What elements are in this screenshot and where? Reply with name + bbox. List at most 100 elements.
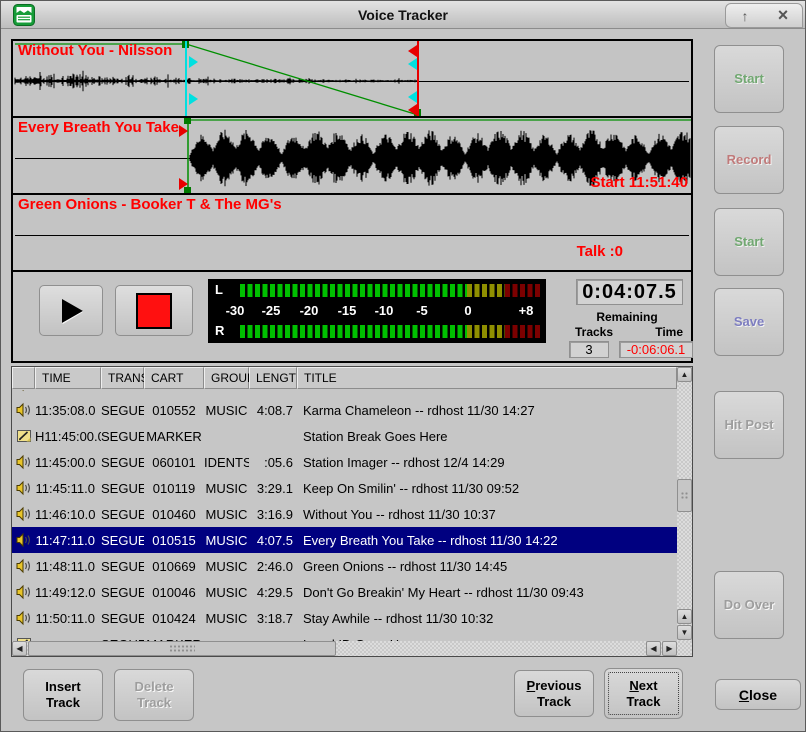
log-row[interactable]: 11:46:10.0SEGUE010460MUSIC3:16.9Without … <box>12 501 677 527</box>
log-row[interactable]: 11:45:11.0SEGUE010119MUSIC3:29.1Keep On … <box>12 475 677 501</box>
vertical-scrollbar[interactable]: ▲ ▲ ▼ <box>677 367 692 641</box>
scroll-up-icon[interactable]: ▲ <box>677 609 692 624</box>
stop-button[interactable] <box>115 285 193 336</box>
meter-left-label: L <box>215 282 223 297</box>
cue-arrow-icon[interactable] <box>189 93 198 105</box>
scroll-down-icon[interactable]: ▼ <box>677 625 692 640</box>
track-2-waveform[interactable]: Every Breath You Take Start 11:51:40 <box>13 118 691 195</box>
meter-scale-label: -20 <box>300 303 319 318</box>
cell-group: MUSIC <box>204 611 249 626</box>
hit-post-button[interactable]: Hit Post <box>714 391 784 459</box>
track-1-waveform[interactable]: Without You - Nilsson <box>13 41 691 118</box>
remaining-label: Remaining <box>561 310 693 324</box>
cell-time: 11:48:11.0 <box>35 559 101 574</box>
cell-title: Green Onions -- rdhost 11/30 14:45 <box>297 559 677 574</box>
start-arrow-icon[interactable] <box>179 125 188 137</box>
cell-title: Without You -- rdhost 11/30 10:37 <box>297 507 677 522</box>
horizontal-scrollbar[interactable]: ◀ ◀ ▶ <box>12 641 692 656</box>
cue-arrow-icon[interactable] <box>189 56 198 68</box>
track-1-label: Without You - Nilsson <box>18 42 172 59</box>
log-row[interactable] <box>12 390 677 397</box>
segue-arrow-icon[interactable] <box>408 45 417 57</box>
shade-up-icon[interactable]: ↑ <box>730 5 760 26</box>
speaker-icon <box>12 558 35 574</box>
close-icon[interactable]: × <box>768 5 798 26</box>
record-button[interactable]: Record <box>714 126 784 194</box>
log-row[interactable]: 11:35:08.0SEGUE010552MUSIC4:08.7Karma Ch… <box>12 397 677 423</box>
cell-time: 11:49:12.0 <box>35 585 101 600</box>
vertical-scrollbar-thumb[interactable] <box>677 479 692 512</box>
cell-time: 11:45:11.0 <box>35 481 101 496</box>
marker-icon <box>12 428 35 444</box>
titlebar: Voice Tracker ↑ × <box>1 1 805 29</box>
talk-time-label: Talk :0 <box>577 243 623 260</box>
voice-tracker-window: Voice Tracker ↑ × Withou <box>0 0 806 732</box>
next-track-button[interactable]: NextTrack <box>604 668 683 719</box>
window-title: Voice Tracker <box>1 7 805 23</box>
speaker-icon <box>12 480 35 496</box>
speaker-icon <box>12 402 35 418</box>
meter-scale-label: -25 <box>262 303 281 318</box>
play-button[interactable] <box>39 285 103 336</box>
cue-arrow-icon[interactable] <box>408 91 417 103</box>
start-2-button[interactable]: Start <box>714 208 784 276</box>
insert-track-button[interactable]: InsertTrack <box>23 669 103 721</box>
envelope-handle[interactable] <box>184 118 191 124</box>
cell-trans: SEGUE <box>101 533 144 548</box>
cell-title: Station Break Goes Here <box>297 429 677 444</box>
cell-time: 11:50:11.0 <box>35 611 101 626</box>
audio-level-meter: L -30-25-20-15-10-50+8 R <box>208 279 546 343</box>
horizontal-scrollbar-thumb[interactable] <box>28 641 336 656</box>
speaker-icon <box>12 610 35 626</box>
log-rows: 11:35:08.0SEGUE010552MUSIC4:08.7Karma Ch… <box>12 390 677 642</box>
log-row[interactable]: 11:49:12.0SEGUE010046MUSIC4:29.5Don't Go… <box>12 579 677 605</box>
do-over-button[interactable]: Do Over <box>714 571 784 639</box>
cell-trans: SEGUE <box>101 429 144 444</box>
cell-title: Karma Chameleon -- rdhost 11/30 14:27 <box>297 403 677 418</box>
log-table: TIME TRANS CART GROUP LENGTH TITLE 11:35… <box>11 366 693 657</box>
cell-cart: 010515 <box>144 533 204 548</box>
delete-track-button[interactable]: DeleteTrack <box>114 669 194 721</box>
scroll-left-icon[interactable]: ◀ <box>12 641 27 656</box>
meter-right-label: R <box>215 323 224 338</box>
cell-trans: SEGUE <box>101 611 144 626</box>
play-triangle-icon <box>56 296 86 326</box>
cue-arrow-icon[interactable] <box>408 58 417 70</box>
cell-length: 4:29.5 <box>249 585 297 600</box>
segue-arrow-icon[interactable] <box>408 104 417 116</box>
track-2-label: Every Breath You Take <box>18 119 179 136</box>
previous-track-button[interactable]: PreviousTrack <box>514 670 594 717</box>
header-time: TIME <box>35 367 101 389</box>
close-button[interactable]: Close <box>715 679 801 710</box>
meter-left-bar <box>240 284 540 297</box>
cell-length: 3:29.1 <box>249 481 297 496</box>
cell-title: Station Imager -- rdhost 12/4 14:29 <box>297 455 677 470</box>
log-row[interactable]: 11:47:11.0SEGUE010515MUSIC4:07.5Every Br… <box>12 527 677 553</box>
start-1-button[interactable]: Start <box>714 45 784 113</box>
header-trans: TRANS <box>101 367 144 389</box>
cell-trans: SEGUE <box>101 481 144 496</box>
scroll-right-icon[interactable]: ▶ <box>662 641 677 656</box>
log-row[interactable]: 11:50:11.0SEGUE010424MUSIC3:18.7Stay Awh… <box>12 605 677 631</box>
cell-group: MUSIC <box>204 559 249 574</box>
speaker-icon <box>12 532 35 548</box>
cell-group: MUSIC <box>204 481 249 496</box>
scroll-left-icon[interactable]: ◀ <box>646 641 661 656</box>
cell-title: Every Breath You Take -- rdhost 11/30 14… <box>297 533 677 548</box>
track-2-start-time: Start 11:51:40 <box>590 174 688 191</box>
track-3-waveform[interactable]: Green Onions - Booker T & The MG's Talk … <box>13 195 691 272</box>
envelope-handle[interactable] <box>184 187 191 194</box>
log-row[interactable]: 11:45:00.0SEGUE060101IDENTS:05.6Station … <box>12 449 677 475</box>
elapsed-time-display: 0:04:07.5 <box>576 279 683 305</box>
meter-green-segments <box>240 325 467 338</box>
meter-red-segments <box>505 284 540 297</box>
scroll-up-icon[interactable]: ▲ <box>677 367 692 382</box>
log-header: TIME TRANS CART GROUP LENGTH TITLE <box>12 367 677 389</box>
log-row[interactable]: H11:45:00.0SEGUEMARKERStation Break Goes… <box>12 423 677 449</box>
meter-yellow-segments <box>467 284 505 297</box>
save-button[interactable]: Save <box>714 288 784 356</box>
speaker-icon <box>12 584 35 600</box>
transport-strip: L -30-25-20-15-10-50+8 R 0:04:07.5 Remai… <box>13 272 691 355</box>
log-row[interactable]: 11:48:11.0SEGUE010669MUSIC2:46.0Green On… <box>12 553 677 579</box>
cell-time: H11:45:00.0 <box>35 429 101 444</box>
